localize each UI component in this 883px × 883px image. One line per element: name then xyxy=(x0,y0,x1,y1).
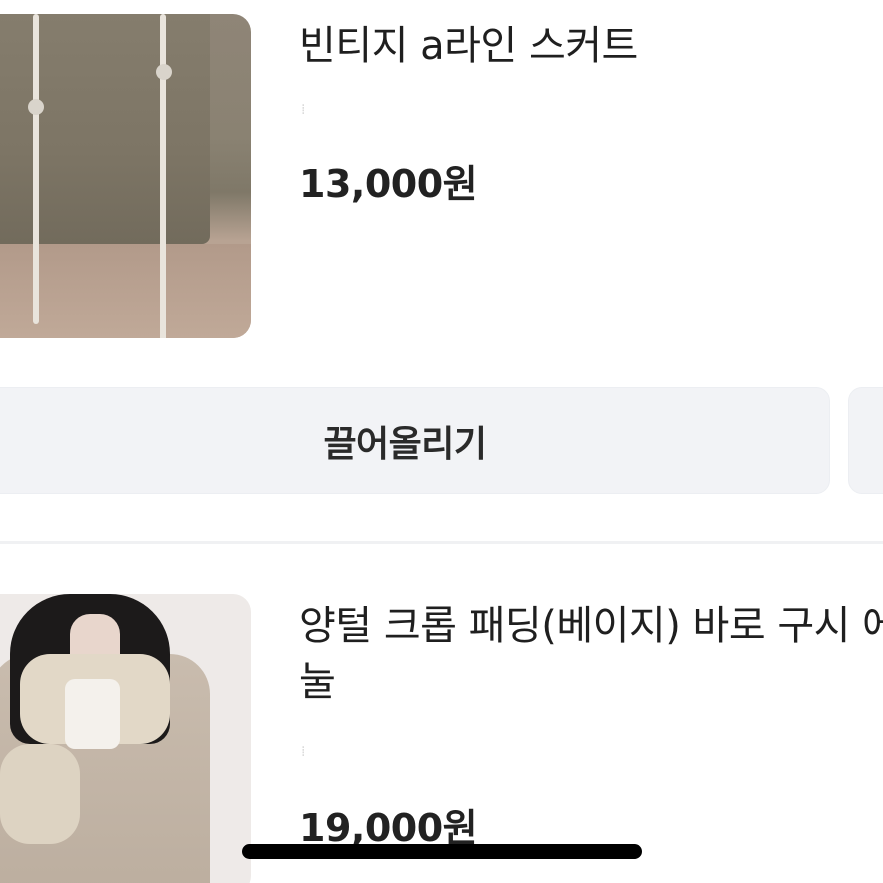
section-divider xyxy=(0,541,883,544)
bump-button[interactable]: 끌어올리기 xyxy=(0,387,830,494)
product-image[interactable] xyxy=(0,594,251,883)
product-image[interactable] xyxy=(0,14,251,338)
secondary-action-button[interactable] xyxy=(848,387,883,494)
home-indicator[interactable] xyxy=(242,844,642,859)
separator-mark: ⁞ xyxy=(301,102,306,118)
separator-mark: ⁞ xyxy=(301,744,306,760)
product-title[interactable]: 빈티지 a라인 스커트 xyxy=(299,18,638,74)
product-title[interactable]: 양털 크롭 패딩(베이지) 바로 구시 에눌 xyxy=(299,598,883,710)
product-price: 13,000원 xyxy=(299,162,478,206)
listings-page: 빈티지 a라인 스커트 ⁞ 13,000원 끌어올리기 양털 크롭 패딩(베이지… xyxy=(0,0,883,883)
